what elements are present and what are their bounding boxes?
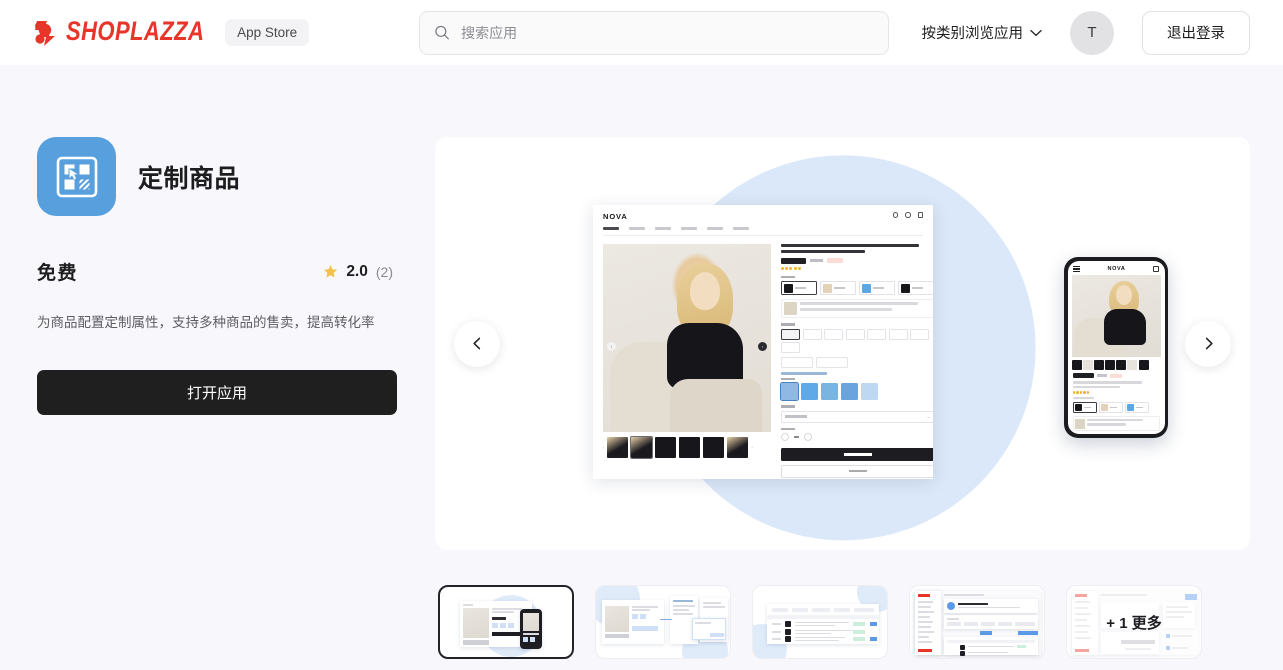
thumbnail-2-editor-flow[interactable] bbox=[595, 585, 731, 659]
shoplazza-logo[interactable]: SHOPLAZZA bbox=[33, 19, 207, 47]
chevron-right-icon bbox=[1205, 337, 1213, 350]
mobile-storefront-mockup: NOVA bbox=[1064, 257, 1168, 438]
mockup-store-brand: NOVA bbox=[603, 212, 628, 221]
app-title: 定制商品 bbox=[138, 164, 241, 193]
top-header: SHOPLAZZA App Store 按类别浏览应用 T 退出登录 bbox=[0, 0, 1283, 65]
custom-product-app-icon bbox=[37, 137, 116, 216]
carousel-thumbnail-strip: + 1 更多 bbox=[435, 585, 1250, 659]
user-avatar[interactable]: T bbox=[1070, 10, 1114, 55]
mockup-menu-icon bbox=[1072, 266, 1080, 272]
search-box[interactable] bbox=[419, 10, 890, 55]
app-price-label: 免费 bbox=[37, 263, 79, 284]
app-icon-glyph bbox=[56, 156, 97, 197]
thumbnail-5-more[interactable]: + 1 更多 bbox=[1066, 585, 1202, 659]
mockup-search-icon bbox=[892, 212, 898, 218]
search-icon bbox=[435, 25, 450, 40]
app-header: 定制商品 bbox=[37, 137, 415, 216]
shoplazza-logo-text: SHOPLAZZA bbox=[66, 16, 205, 47]
mockup-mobile-cart-icon bbox=[1153, 266, 1160, 272]
category-dropdown[interactable]: 按类别浏览应用 bbox=[922, 22, 1043, 43]
mockup-product-info: ⌄ f✦p bbox=[780, 244, 933, 479]
app-info-panel: 定制商品 免费 2.0 (2) 为商品配置定制属性，支持多种商品的售卖，提高转化… bbox=[0, 137, 435, 659]
thumbnail-3-list-table[interactable] bbox=[752, 585, 888, 659]
app-rating: 2.0 (2) bbox=[323, 263, 393, 281]
carousel-prev-button[interactable] bbox=[454, 320, 500, 367]
thumbnail-1-product-page[interactable] bbox=[438, 585, 574, 659]
category-dropdown-label: 按类别浏览应用 bbox=[921, 26, 1024, 42]
header-actions: 按类别浏览应用 T 退出登录 bbox=[922, 10, 1250, 55]
mockup-account-icon bbox=[905, 212, 911, 218]
rating-value: 2.0 bbox=[346, 262, 368, 280]
chevron-left-icon bbox=[472, 337, 480, 350]
open-app-button[interactable]: 打开应用 bbox=[37, 369, 397, 415]
logout-button[interactable]: 退出登录 bbox=[1142, 10, 1250, 55]
main-content: 定制商品 免费 2.0 (2) 为商品配置定制属性，支持多种商品的售卖，提高转化… bbox=[0, 65, 1283, 659]
app-store-badge: App Store bbox=[225, 19, 310, 46]
desktop-storefront-mockup: NOVA ‹ › ‹ › ⌄ bbox=[593, 205, 933, 479]
carousel-slide-1: NOVA ‹ › ‹ › ⌄ NOVA bbox=[435, 137, 1250, 550]
search-input[interactable] bbox=[461, 11, 875, 54]
app-description: 为商品配置定制属性，支持多种商品的售卖，提高转化率 bbox=[37, 315, 375, 330]
star-icon bbox=[324, 264, 338, 278]
media-carousel: NOVA ‹ › ‹ › ⌄ NOVA + 1 更多 bbox=[435, 137, 1283, 659]
more-media-label: + 1 更多 bbox=[1067, 586, 1201, 658]
mockup-cart-icon bbox=[917, 212, 923, 218]
carousel-next-button[interactable] bbox=[1185, 320, 1231, 367]
rating-count: (2) bbox=[375, 263, 393, 280]
chevron-down-icon bbox=[1030, 29, 1042, 36]
brand-lockup[interactable]: SHOPLAZZA App Store bbox=[33, 19, 310, 47]
carousel-stage: NOVA ‹ › ‹ › ⌄ NOVA bbox=[435, 137, 1250, 550]
mockup-mobile-brand: NOVA bbox=[1107, 266, 1126, 272]
mockup-gallery: ‹ › ‹ › bbox=[603, 244, 771, 479]
mockup-product-photo: ‹ › bbox=[603, 244, 771, 432]
thumbnail-4-admin-orders[interactable] bbox=[909, 585, 1045, 659]
app-meta-row: 免费 2.0 (2) bbox=[37, 258, 415, 285]
avatar-initial: T bbox=[1087, 24, 1097, 41]
shoplazza-logo-mark-icon bbox=[35, 20, 55, 46]
mockup-nav bbox=[603, 227, 923, 236]
